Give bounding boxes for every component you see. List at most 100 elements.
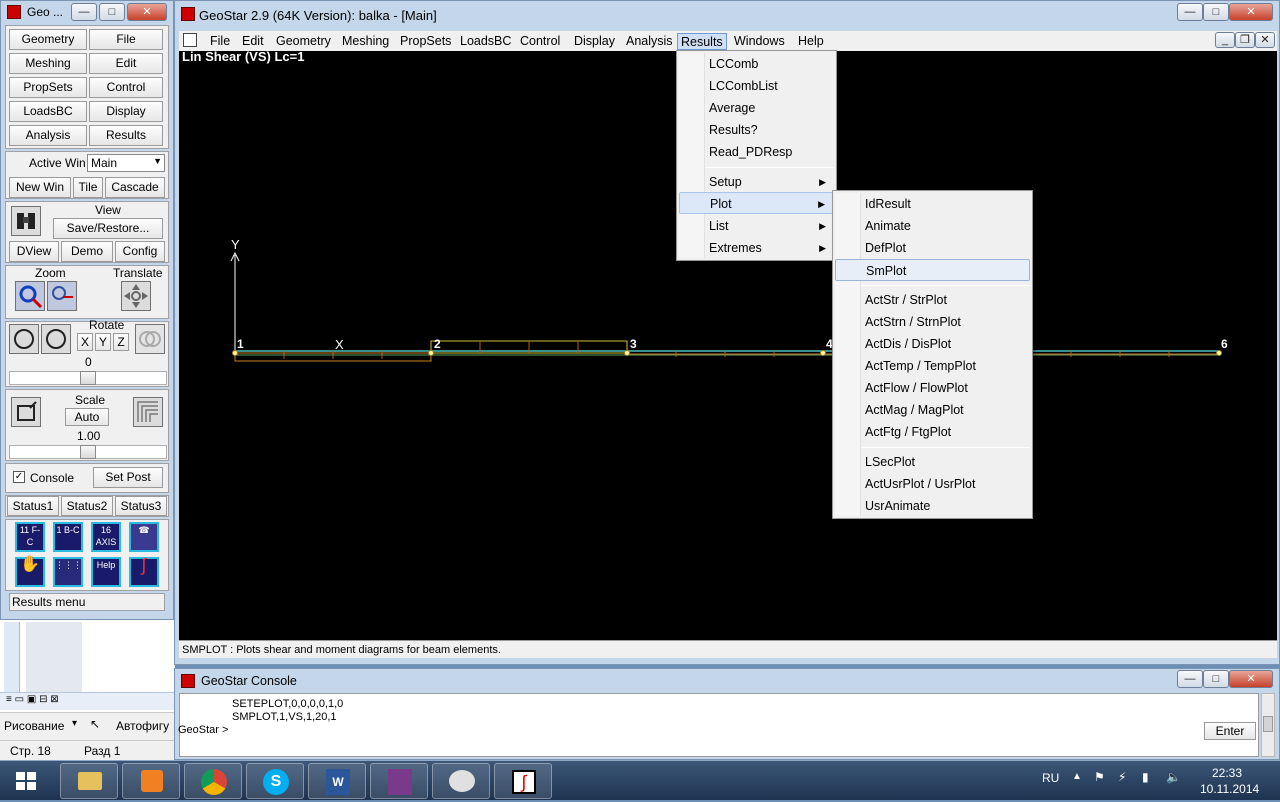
geometry-button[interactable]: Geometry [9,29,87,50]
body-count-icon[interactable]: 1 B-C [53,522,83,552]
menu-item-actflow[interactable]: ActFlow / FlowPlot [835,377,1030,399]
geostar-icon[interactable]: ∫ [494,763,552,799]
clock-time[interactable]: 22:33 [1212,766,1242,780]
menu-item-list[interactable]: List ▶ [679,215,834,237]
menu-item-extremes[interactable]: Extremes ▶ [679,237,834,259]
menu-item-idresult[interactable]: IdResult [835,193,1030,215]
zoom-in-icon[interactable] [15,281,45,311]
skype-icon[interactable]: S [246,763,304,799]
scale-box-icon[interactable] [11,397,41,427]
network-icon[interactable]: ▮ [1142,770,1149,784]
menu-control[interactable]: Control [517,33,563,50]
grid-points-icon[interactable]: ⋮⋮⋮ [53,557,83,587]
display-button[interactable]: Display [89,101,163,122]
flag-icon[interactable]: ⚑ [1094,770,1105,784]
geostar-logo-icon[interactable]: ∫ [129,556,159,587]
menu-geometry[interactable]: Geometry [273,33,334,50]
menu-windows[interactable]: Windows [731,33,788,50]
menu-help[interactable]: Help [795,33,827,50]
mdi-minimize-button[interactable]: _ [1215,32,1235,48]
axis-x-button[interactable]: X [77,333,93,351]
phone-icon[interactable]: ☎ [129,522,159,552]
active-win-select[interactable]: Main ▼ [87,154,165,172]
menu-item-actmag[interactable]: ActMag / MagPlot [835,399,1030,421]
status1-button[interactable]: Status1 [7,496,59,516]
language-indicator[interactable]: RU [1042,771,1059,785]
pointer-icon[interactable]: ↖ [90,717,100,731]
rotate-slider-thumb[interactable] [80,371,96,385]
analysis-button[interactable]: Analysis [9,125,87,146]
translate-icon[interactable] [121,281,151,311]
minimize-button[interactable]: — [71,3,97,21]
menu-item-actusrplot[interactable]: ActUsrPlot / UsrPlot [835,473,1030,495]
menu-edit[interactable]: Edit [239,33,267,50]
menu-item-defplot[interactable]: DefPlot [835,237,1030,259]
face-count-icon[interactable]: 11 F-C [15,522,45,552]
binoculars-icon[interactable] [11,206,41,236]
demo-button[interactable]: Demo [61,241,113,262]
config-button[interactable]: Config [115,241,165,262]
enter-button[interactable]: Enter [1204,722,1256,740]
mdi-restore-button[interactable]: ❐ [1235,32,1255,48]
set-post-button[interactable]: Set Post [93,467,163,488]
scale-slider[interactable] [9,445,167,459]
menu-analysis[interactable]: Analysis [623,33,676,50]
menu-meshing[interactable]: Meshing [339,33,392,50]
main-titlebar[interactable]: GeoStar 2.9 (64K Version): balka - [Main… [175,1,1279,31]
results-button[interactable]: Results [89,125,163,146]
menu-item-animate[interactable]: Animate [835,215,1030,237]
chrome-icon[interactable] [184,763,242,799]
scale-slider-thumb[interactable] [80,445,96,459]
hand-cursor-icon[interactable]: ✋ [15,557,45,587]
document-icon[interactable] [183,33,197,47]
menu-item-read-pdresp[interactable]: Read_PDResp [679,141,834,163]
maximize-button[interactable]: □ [1203,3,1229,21]
scale-auto-button[interactable]: Auto [65,408,109,426]
edit-button[interactable]: Edit [89,53,163,74]
scrollbar-thumb[interactable] [1263,716,1273,732]
rotate-slider[interactable] [9,371,167,385]
loadsbc-button[interactable]: LoadsBC [9,101,87,122]
minimize-button[interactable]: — [1177,670,1203,688]
dropdown-arrow-icon[interactable]: ▾ [72,718,77,729]
menu-item-setup[interactable]: Setup ▶ [679,171,834,193]
menu-item-average[interactable]: Average [679,97,834,119]
status3-button[interactable]: Status3 [115,496,167,516]
power-icon[interactable]: ⚡ [1118,770,1126,784]
save-restore-button[interactable]: Save/Restore... [53,218,163,239]
axis-z-button[interactable]: Z [113,333,129,351]
paint-icon[interactable] [432,763,490,799]
menu-item-actstr[interactable]: ActStr / StrPlot [835,289,1030,311]
menu-item-lccomblist[interactable]: LCCombList [679,75,834,97]
maximize-button[interactable]: □ [99,3,125,21]
drawing-menu[interactable]: Рисование [4,719,64,733]
tray-expand-icon[interactable]: ▲ [1072,771,1082,782]
volume-icon[interactable]: 🔈 [1166,770,1181,784]
autoshapes-menu[interactable]: Автофигу [116,719,169,733]
menu-item-actstrn[interactable]: ActStrn / StrnPlot [835,311,1030,333]
media-player-icon[interactable] [122,763,180,799]
menu-propsets[interactable]: PropSets [397,33,454,50]
cascade-button[interactable]: Cascade [105,177,165,198]
help-icon[interactable]: Help [91,557,121,587]
file-explorer-icon[interactable] [60,763,118,799]
start-button[interactable] [6,763,46,799]
file-button[interactable]: File [89,29,163,50]
menu-item-lsecplot[interactable]: LSecPlot [835,451,1030,473]
clock-date[interactable]: 10.11.2014 [1200,782,1259,796]
menu-item-actdis[interactable]: ActDis / DisPlot [835,333,1030,355]
console-scrollbar[interactable] [1261,693,1275,757]
tile-button[interactable]: Tile [73,177,103,198]
meshing-button[interactable]: Meshing [9,53,87,74]
rotate-ccw-icon[interactable] [9,324,39,354]
minimize-button[interactable]: — [1177,3,1203,21]
menu-item-lccomb[interactable]: LCComb [679,53,834,75]
close-button[interactable]: ✕ [1229,3,1273,21]
close-button[interactable]: ✕ [127,3,167,21]
mdi-close-button[interactable]: ✕ [1255,32,1275,48]
menu-item-usranimate[interactable]: UsrAnimate [835,495,1030,517]
close-button[interactable]: ✕ [1229,670,1273,688]
word-icon[interactable]: W [308,763,366,799]
menu-file[interactable]: File [207,33,233,50]
dview-button[interactable]: DView [9,241,59,262]
